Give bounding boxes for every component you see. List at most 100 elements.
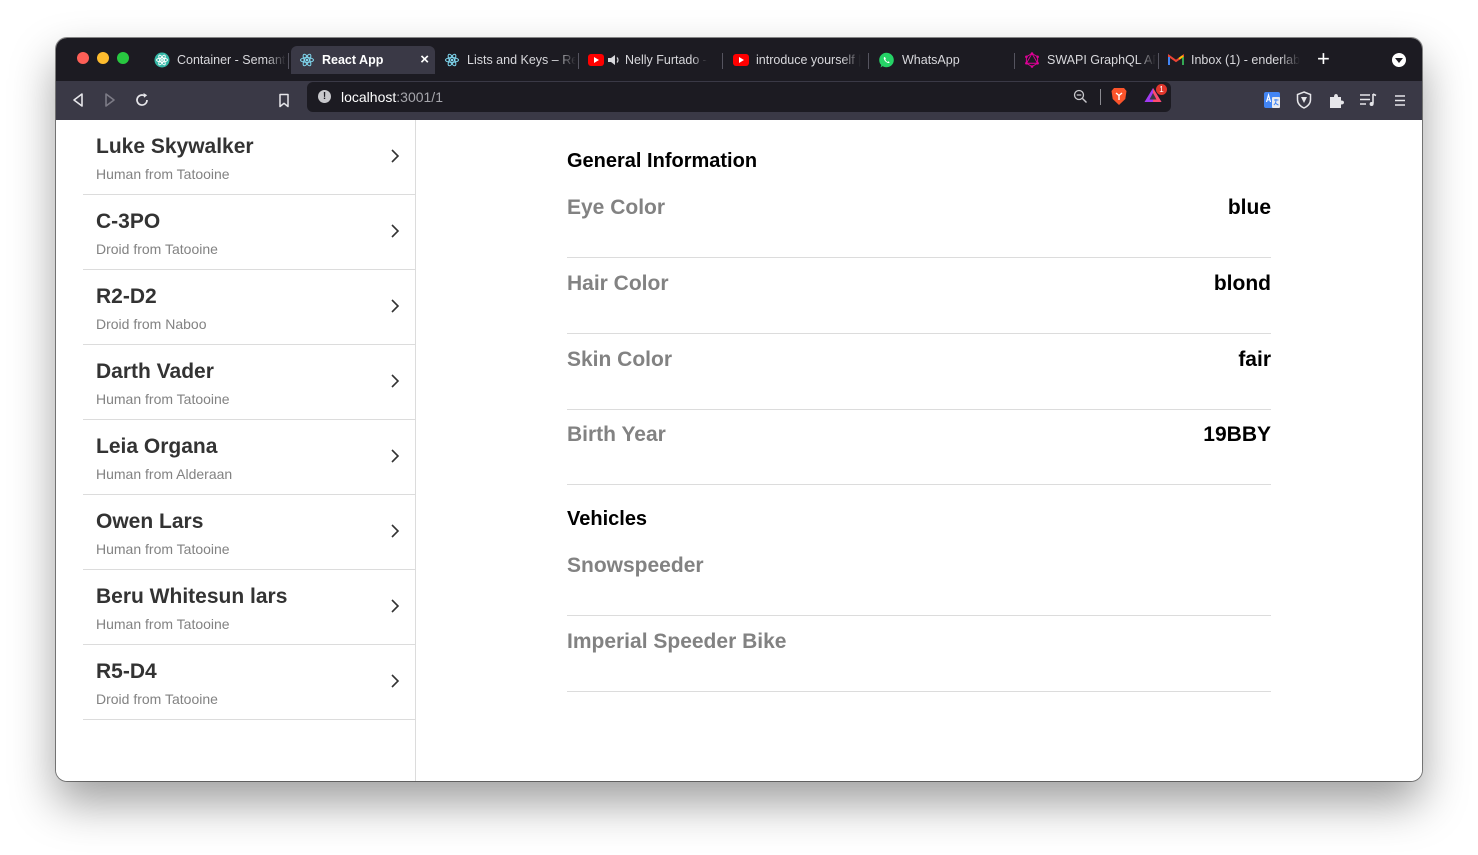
browser-toolbar: ! localhost:3001/1 1 (56, 81, 1422, 120)
tab-divider (1158, 53, 1159, 69)
person-subtitle: Droid from Tatooine (96, 691, 218, 707)
chevron-right-icon (390, 148, 400, 169)
info-row-eye-color: Eye Color blue (567, 181, 1271, 258)
tab-title: introduce yourself | (756, 53, 862, 67)
person-subtitle: Human from Tatooine (96, 166, 230, 182)
youtube-icon (588, 54, 604, 66)
chevron-right-icon (390, 673, 400, 694)
bookmark-icon[interactable] (274, 90, 294, 110)
graphql-icon (1024, 52, 1040, 68)
close-window-button[interactable] (77, 52, 89, 64)
tab-title: React App (322, 53, 384, 67)
chevron-right-icon (390, 598, 400, 619)
person-name: Beru Whitesun lars (96, 585, 288, 608)
chevron-right-icon (390, 223, 400, 244)
person-name: R5-D4 (96, 660, 157, 683)
close-tab-icon[interactable]: × (420, 52, 429, 67)
translate-icon[interactable] (1262, 90, 1282, 110)
person-name: Leia Organa (96, 435, 218, 458)
gmail-icon (1168, 54, 1184, 66)
back-button[interactable] (68, 90, 88, 110)
vehicle-name: Snowspeeder (567, 554, 704, 577)
minimize-window-button[interactable] (97, 52, 109, 64)
react-icon (444, 52, 460, 68)
reload-button[interactable] (132, 90, 152, 110)
tab-title: WhatsApp (902, 53, 960, 67)
list-item[interactable]: Beru Whitesun lars Human from Tatooine (83, 570, 415, 645)
forward-button[interactable] (100, 90, 120, 110)
info-value: blond (1213, 272, 1271, 295)
tab-title: Lists and Keys – React (467, 53, 576, 67)
react-icon (299, 52, 315, 68)
youtube-icon (733, 54, 749, 66)
tab-list-dropdown-icon[interactable] (1392, 53, 1406, 67)
extensions-puzzle-icon[interactable] (1326, 90, 1346, 110)
list-item[interactable]: Leia Organa Human from Alderaan (83, 420, 415, 495)
tab-gmail-inbox[interactable]: Inbox (1) - enderlab (1160, 46, 1302, 74)
hamburger-menu-icon[interactable] (1390, 90, 1410, 110)
new-tab-button[interactable]: + (1317, 48, 1330, 70)
list-item[interactable]: Darth Vader Human from Tatooine (83, 345, 415, 420)
person-subtitle: Human from Alderaan (96, 466, 233, 482)
vehicle-row: Imperial Speeder Bike (567, 615, 1271, 692)
page-content: Luke Skywalker Human from Tatooine C-3PO… (56, 120, 1422, 781)
list-item[interactable]: Owen Lars Human from Tatooine (83, 495, 415, 570)
tab-nelly-furtado[interactable]: Nelly Furtado - (580, 46, 720, 74)
list-item[interactable]: R5-D4 Droid from Tatooine (83, 645, 415, 720)
person-name: Darth Vader (96, 360, 214, 383)
vehicle-row: Snowspeeder (567, 539, 1271, 616)
browser-window: Container - Semantic UI React App × List… (56, 38, 1422, 781)
person-subtitle: Human from Tatooine (96, 616, 230, 632)
tab-swapi-graphql[interactable]: SWAPI GraphQL API (1016, 46, 1156, 74)
chevron-right-icon (390, 448, 400, 469)
tab-whatsapp[interactable]: WhatsApp (870, 46, 1012, 74)
chevron-right-icon (390, 298, 400, 319)
tab-divider (288, 53, 289, 69)
info-label: Hair Color (567, 272, 669, 295)
tab-divider (1014, 53, 1015, 69)
tab-title: Nelly Furtado - (625, 53, 707, 67)
address-text[interactable]: localhost:3001/1 (341, 89, 443, 105)
list-item[interactable]: Luke Skywalker Human from Tatooine (83, 120, 415, 195)
person-name: C-3PO (96, 210, 161, 233)
info-label: Skin Color (567, 348, 673, 371)
shield-icon[interactable] (1294, 90, 1314, 110)
tab-strip: Container - Semantic UI React App × List… (56, 38, 1422, 81)
tab-title: Inbox (1) - enderlab (1191, 53, 1301, 67)
brave-rewards-icon[interactable]: 1 (1143, 84, 1167, 109)
whatsapp-icon (878, 52, 895, 69)
list-item[interactable]: R2-D2 Droid from Naboo (83, 270, 415, 345)
people-list: Luke Skywalker Human from Tatooine C-3PO… (83, 120, 415, 720)
tab-divider (722, 53, 723, 69)
person-subtitle: Droid from Tatooine (96, 241, 218, 257)
tab-react-app[interactable]: React App × (291, 46, 435, 74)
chevron-right-icon (390, 373, 400, 394)
chevron-right-icon (390, 523, 400, 544)
person-name: Owen Lars (96, 510, 204, 533)
info-row-birth-year: Birth Year 19BBY (567, 408, 1271, 485)
zoom-window-button[interactable] (117, 52, 129, 64)
info-row-skin-color: Skin Color fair (567, 333, 1271, 410)
media-queue-icon[interactable] (1358, 90, 1378, 110)
tab-title: SWAPI GraphQL API (1047, 53, 1156, 67)
person-name: Luke Skywalker (96, 135, 254, 158)
address-bar[interactable]: ! localhost:3001/1 1 (307, 82, 1171, 112)
vehicle-name: Imperial Speeder Bike (567, 630, 787, 653)
info-row-hair-color: Hair Color blond (567, 257, 1271, 334)
tab-container-semantic[interactable]: Container - Semantic UI (146, 46, 286, 74)
site-info-icon[interactable]: ! (318, 90, 331, 103)
vehicles-heading: Vehicles (567, 508, 648, 530)
tab-lists-and-keys[interactable]: Lists and Keys – React (436, 46, 576, 74)
zoom-icon[interactable] (1073, 89, 1088, 109)
list-item[interactable]: C-3PO Droid from Tatooine (83, 195, 415, 270)
tab-divider (868, 53, 869, 69)
person-subtitle: Droid from Naboo (96, 316, 207, 332)
speaker-icon[interactable] (607, 54, 620, 66)
tab-introduce-yourself[interactable]: introduce yourself | (725, 46, 867, 74)
person-name: R2-D2 (96, 285, 157, 308)
person-subtitle: Human from Tatooine (96, 541, 230, 557)
rewards-badge: 1 (1156, 84, 1167, 95)
info-label: Birth Year (567, 423, 666, 446)
brave-shields-icon[interactable] (1111, 87, 1127, 111)
info-label: Eye Color (567, 196, 666, 219)
